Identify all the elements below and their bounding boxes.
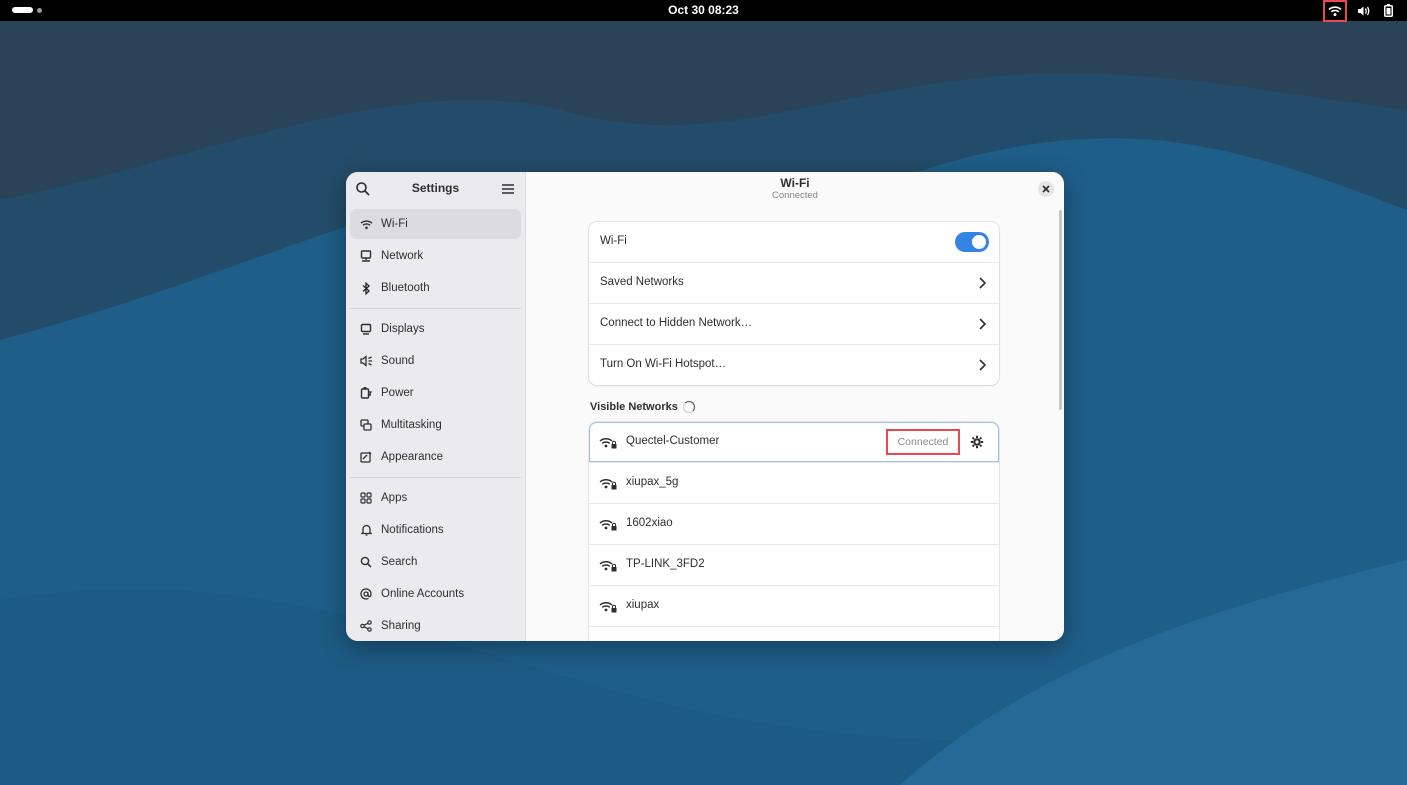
network-name: Quectel-Customer (626, 435, 720, 447)
sidebar-item-label: Sound (381, 355, 415, 367)
sidebar-item-search[interactable]: Search (350, 547, 521, 577)
wifi-secure-icon (599, 560, 617, 572)
saved-networks-row[interactable]: Saved Networks (589, 263, 999, 304)
system-tray[interactable] (1323, 0, 1397, 22)
sidebar-item-power[interactable]: Power (350, 378, 521, 408)
bell-icon (359, 523, 373, 537)
sound-icon (359, 354, 373, 368)
sidebar-item-label: Power (381, 387, 414, 399)
network-row[interactable]: Quectel-Customer Connected (589, 422, 999, 463)
hidden-network-row[interactable]: Connect to Hidden Network… (589, 304, 999, 345)
sidebar-item-label: Bluetooth (381, 282, 430, 294)
apps-icon (359, 491, 373, 505)
sidebar-item-label: Apps (381, 492, 408, 504)
sidebar-item-sharing[interactable]: Sharing (350, 611, 521, 641)
scrollbar[interactable] (1059, 210, 1062, 410)
loading-spinner-icon (682, 401, 695, 413)
sidebar-list: Wi-Fi Network Bluetooth Displays Sound P… (346, 209, 525, 641)
wifi-toggle[interactable] (955, 232, 989, 252)
wifi-icon[interactable] (1323, 0, 1347, 22)
volume-icon[interactable] (1355, 2, 1373, 20)
wifi-secure-icon (599, 519, 617, 531)
sidebar-item-wifi[interactable]: Wi-Fi (350, 209, 521, 239)
network-name: TP-LINK_3FD2 (626, 558, 705, 570)
sidebar-item-online-accounts[interactable]: Online Accounts (350, 579, 521, 609)
visible-networks-heading: Visible Networks (590, 401, 695, 413)
sidebar-item-displays[interactable]: Displays (350, 314, 521, 344)
top-bar: Oct 30 08:23 (0, 0, 1407, 22)
sidebar-header: Settings (346, 172, 525, 205)
sidebar-item-label: Appearance (381, 451, 444, 463)
wifi-settings-card: Wi-Fi Saved Networks Connect to Hidden N… (589, 222, 999, 385)
saved-networks-label: Saved Networks (600, 276, 684, 288)
bluetooth-icon (359, 281, 373, 295)
wifi-toggle-row[interactable]: Wi-Fi (589, 222, 999, 263)
network-row[interactable]: xiupax (589, 586, 999, 627)
chevron-right-icon (979, 277, 987, 289)
connected-status: Connected (886, 429, 960, 455)
sidebar-item-label: Multitasking (381, 419, 442, 431)
close-icon (1042, 185, 1050, 193)
visible-networks-list: Quectel-Customer Connected xiupax_5g 160… (589, 422, 999, 641)
sidebar-item-apps[interactable]: Apps (350, 483, 521, 513)
gear-icon[interactable] (970, 435, 984, 449)
network-icon (359, 249, 373, 263)
sidebar-item-sound[interactable]: Sound (350, 346, 521, 376)
sidebar-item-bluetooth[interactable]: Bluetooth (350, 273, 521, 303)
visible-networks-label: Visible Networks (590, 401, 678, 413)
sidebar-item-notifications[interactable]: Notifications (350, 515, 521, 545)
wifi-panel: Wi-Fi Connected Wi-Fi Saved Networks Con… (526, 172, 1064, 641)
wifi-secure-icon (599, 437, 617, 449)
sidebar-item-label: Notifications (381, 524, 444, 536)
network-name: 1602xiao (626, 517, 673, 529)
display-icon (359, 322, 373, 336)
wifi-secure-icon (599, 478, 617, 490)
chevron-right-icon (979, 359, 987, 371)
chevron-right-icon (979, 318, 987, 330)
network-row[interactable]: TP-LINK_3FD2 (589, 545, 999, 586)
sidebar-item-appearance[interactable]: Appearance (350, 442, 521, 472)
sidebar-separator (350, 477, 521, 478)
sidebar-item-label: Network (381, 250, 424, 262)
search-icon (359, 555, 373, 569)
close-button[interactable] (1038, 181, 1054, 197)
sidebar-separator (350, 308, 521, 309)
sidebar-item-label: Displays (381, 323, 425, 335)
hidden-network-label: Connect to Hidden Network… (600, 317, 753, 329)
network-row[interactable]: xiupax_5g (589, 463, 999, 504)
sidebar-title: Settings (411, 181, 460, 195)
page-title: Wi-Fi (780, 176, 810, 190)
sidebar-item-network[interactable]: Network (350, 241, 521, 271)
clock[interactable]: Oct 30 08:23 (0, 3, 1407, 17)
settings-window: Settings Wi-Fi Network Bluetooth Display… (346, 172, 1064, 641)
multitasking-icon (359, 418, 373, 432)
sidebar-item-label: Search (381, 556, 418, 568)
at-icon (359, 587, 373, 601)
battery-icon[interactable] (1379, 2, 1397, 20)
wifi-toggle-label: Wi-Fi (600, 235, 627, 247)
sidebar-item-label: Wi-Fi (381, 218, 408, 230)
wifi-secure-icon (599, 601, 617, 613)
sidebar-item-multitasking[interactable]: Multitasking (350, 410, 521, 440)
share-icon (359, 619, 373, 633)
appearance-icon (359, 450, 373, 464)
sidebar-item-label: Online Accounts (381, 588, 465, 600)
page-subtitle: Connected (772, 190, 818, 201)
sidebar-item-label: Sharing (381, 620, 421, 632)
hotspot-row[interactable]: Turn On Wi-Fi Hotspot… (589, 345, 999, 385)
network-row[interactable]: 1602xiao (589, 504, 999, 545)
toggle-knob (972, 235, 986, 249)
sidebar: Settings Wi-Fi Network Bluetooth Display… (346, 172, 526, 641)
power-icon (359, 386, 373, 400)
hotspot-label: Turn On Wi-Fi Hotspot… (600, 358, 727, 370)
hamburger-menu-icon[interactable] (500, 181, 516, 197)
network-name: xiupax (626, 599, 660, 611)
wifi-icon (359, 217, 373, 231)
network-name: xiupax_5g (626, 476, 679, 488)
